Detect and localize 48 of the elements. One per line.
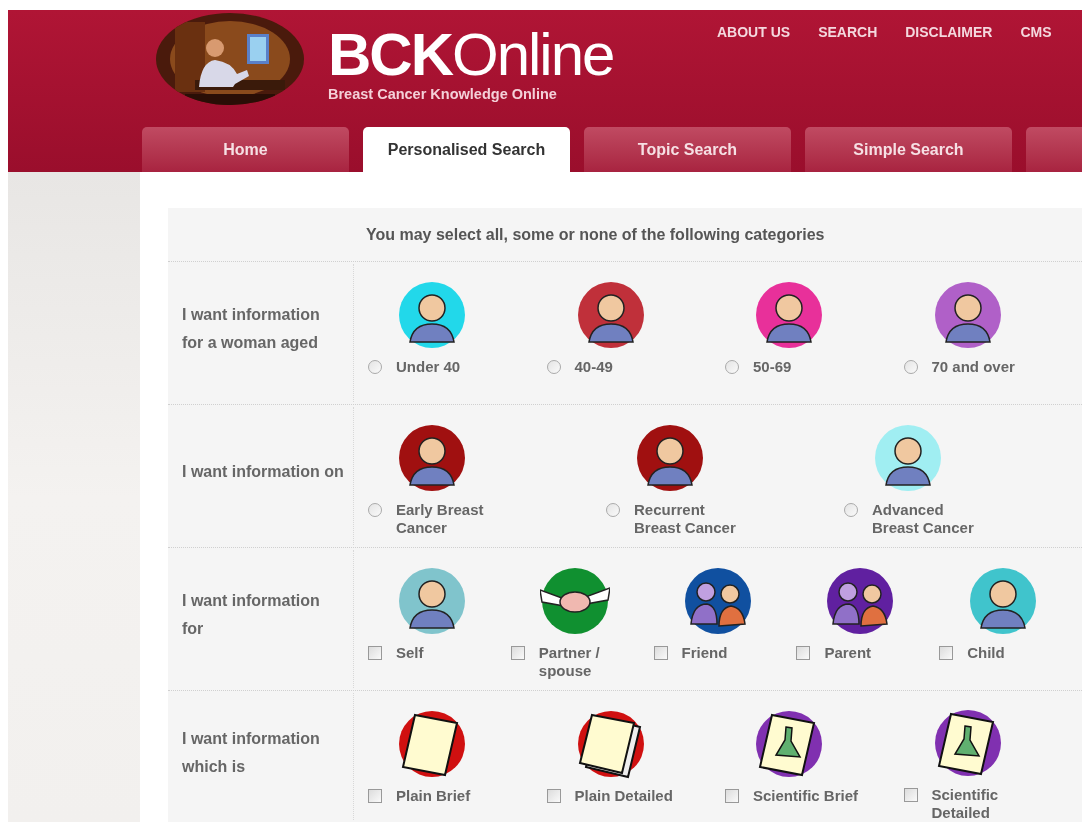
radio-button[interactable] [903, 360, 918, 374]
radio-button[interactable] [844, 503, 858, 517]
option-label: 50-69 [753, 358, 793, 376]
option-label: 70 and over [931, 358, 1016, 376]
instructions-text: You may select all, some or none of the following categories [366, 224, 825, 245]
option-label: Plain Brief [396, 787, 472, 805]
option-label: Recurrent Breast Cancer [634, 501, 737, 537]
checkbox[interactable] [725, 789, 739, 803]
option-label: Early Breast Cancer [396, 501, 485, 537]
radio-button[interactable] [606, 503, 620, 517]
option-label: Parent [824, 644, 873, 662]
nav-link[interactable]: CMS [1020, 22, 1052, 43]
checkbox[interactable] [368, 789, 382, 803]
tab[interactable]: Home [142, 127, 349, 172]
option-label: Advanced Breast Cancer [872, 501, 975, 537]
checkbox[interactable] [796, 646, 811, 660]
tab[interactable]: Simple Search [805, 127, 1012, 172]
option-label: Scientific Brief [753, 787, 860, 805]
checkbox[interactable] [510, 646, 525, 660]
radio-button[interactable] [546, 360, 561, 374]
tab[interactable]: Personalised Search [363, 127, 570, 172]
option-label: Friend [681, 644, 729, 662]
tab[interactable] [1026, 127, 1082, 172]
logo-text: BCKOnline [328, 22, 614, 88]
tagline: Breast Cancer Knowledge Online [328, 85, 558, 104]
radio-button[interactable] [368, 503, 382, 517]
category-label: I want information for a woman aged [182, 305, 321, 353]
category-label: I want information on [182, 462, 344, 482]
option-label: Scientific Detailed [931, 786, 1000, 822]
checkbox[interactable] [903, 788, 918, 802]
nav-link[interactable]: SEARCH [818, 22, 878, 43]
tab[interactable]: Topic Search [584, 127, 791, 172]
option-label: Partner / spouse [538, 644, 601, 680]
checkbox[interactable] [546, 789, 561, 803]
nav-link[interactable]: ABOUT US [717, 22, 791, 43]
nav-link[interactable]: DISCLAIMER [905, 22, 993, 43]
radio-button[interactable] [725, 360, 739, 374]
option-label: 40-49 [574, 358, 614, 376]
category-label: I want information which is [182, 728, 321, 777]
category-label: I want information for [182, 591, 321, 639]
option-label: Plain Detailed [574, 787, 674, 805]
option-label: Under 40 [396, 358, 462, 376]
checkbox[interactable] [939, 646, 954, 660]
checkbox[interactable] [653, 646, 668, 660]
checkbox[interactable] [368, 646, 382, 660]
radio-button[interactable] [368, 360, 382, 374]
option-label: Child [967, 644, 1006, 662]
option-label: Self [396, 644, 425, 662]
